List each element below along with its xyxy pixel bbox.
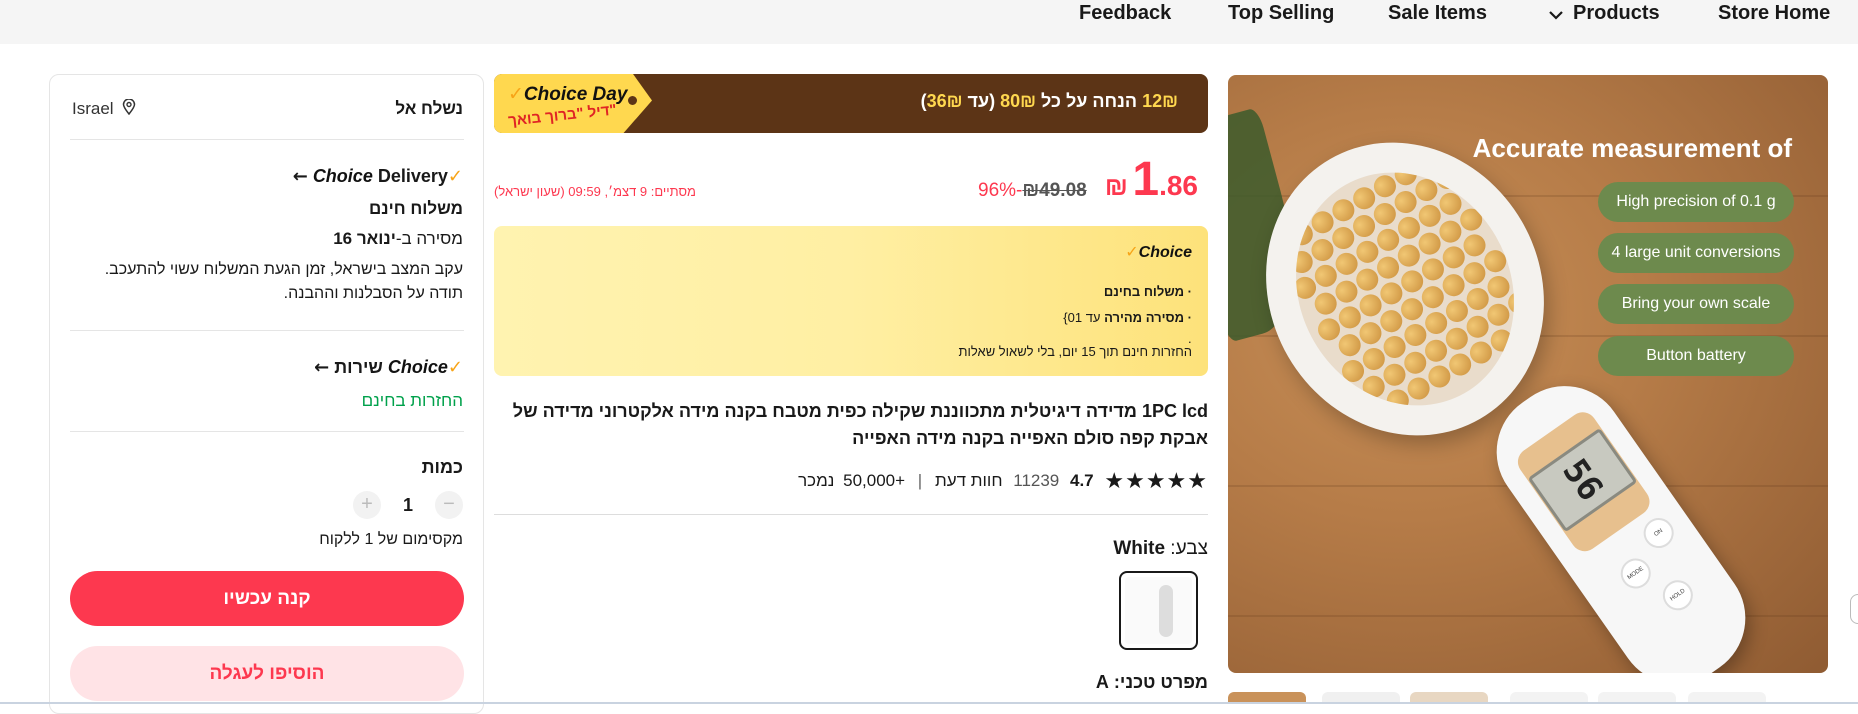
- nav-products[interactable]: Products: [1549, 0, 1660, 26]
- on-off-button-icon: ON: [1637, 512, 1680, 554]
- choice-logo: ✓Choice: [387, 357, 463, 377]
- benefit-free-returns: החזרות חינם תוך 15 יום, בלי לשאול שאלות: [958, 344, 1192, 359]
- side-feedback-tab[interactable]: [1850, 594, 1858, 624]
- location-pin-icon: [122, 98, 136, 120]
- checkmark-icon: ✓: [508, 84, 524, 105]
- feature-pill: Button battery: [1598, 336, 1794, 376]
- ship-to-label: נשלח אל: [395, 99, 463, 118]
- choice-benefits-box[interactable]: ✓Choice · משלוח בחינם · מסירה מהירה עד 0…: [494, 226, 1208, 376]
- nav-products-label: Products: [1573, 2, 1660, 24]
- buy-box: נשלח אל Israel ✓Choice Delivery ← משלוח …: [49, 74, 484, 714]
- sold-label: נמכר: [798, 471, 835, 490]
- feature-pill: 4 large unit conversions: [1598, 233, 1794, 273]
- nav-store-home[interactable]: Store Home: [1718, 0, 1830, 26]
- quantity-label: כמות: [421, 457, 463, 477]
- product-main-image[interactable]: 56 MODE ON HOLD Accurate measurement of …: [1228, 75, 1828, 673]
- choice-logo: ✓Choice: [1125, 244, 1192, 261]
- chevron-down-icon: [1549, 1, 1563, 27]
- reviews-count[interactable]: 11239: [1013, 471, 1059, 491]
- rating-row[interactable]: ★★★★★ 4.7 11239 חוות דעת | +50,000 נמכר: [798, 468, 1208, 493]
- quantity-value[interactable]: 1: [381, 495, 435, 516]
- lcd-reading: 56: [1527, 427, 1638, 533]
- quantity-stepper: + 1 −: [353, 491, 463, 519]
- sale-ends-text: מסתיים: 9 דצמ׳, 09:59 (שעון ישראל): [494, 184, 696, 199]
- scale-handle: 56 MODE ON HOLD: [1473, 362, 1769, 673]
- color-swatch-white[interactable]: [1119, 571, 1198, 650]
- promo-banner[interactable]: ✓Choice Day דיל "ברוך בואך" 12₪ הנחה על …: [494, 74, 1208, 133]
- checkmark-icon: ✓: [447, 357, 463, 377]
- feature-pill: High precision of 0.1 g: [1598, 182, 1794, 222]
- color-label: צבע: White: [1113, 538, 1208, 559]
- arrow-left-icon: ←: [314, 357, 330, 378]
- spec-label: מפרט טכני: A: [1095, 672, 1208, 692]
- reviews-label: חוות דעת: [934, 471, 1003, 490]
- delivery-notice-thanks: תודה על הסבלנות וההבנה.: [283, 285, 463, 302]
- nav-top-selling[interactable]: Top Selling: [1228, 0, 1334, 26]
- arrow-left-icon: ←: [292, 166, 308, 187]
- delivery-row[interactable]: ✓Choice Delivery ←: [293, 166, 463, 187]
- discount-badge: 96%-: [978, 180, 1023, 201]
- delivery-date: מסירה ב-ינואר 16: [333, 229, 463, 248]
- rating-score: 4.7: [1070, 471, 1094, 490]
- image-headline: Accurate measurement of: [1472, 133, 1792, 163]
- buy-now-button[interactable]: קנה עכשיו: [70, 571, 464, 626]
- original-price: 96%-₪49.08: [978, 180, 1087, 201]
- product-title: 1PC lcd מדידה דיגיטלית מתכווננת שקילה כפ…: [512, 401, 1208, 448]
- delivery-notice: עקב המצב בישראל, זמן הגעת המשלוח עשוי לה…: [104, 261, 463, 278]
- nav-sale-items[interactable]: Sale Items: [1388, 0, 1487, 26]
- free-shipping-text: משלוח חינם: [369, 199, 463, 218]
- current-price: ₪ 1.86: [1104, 153, 1198, 206]
- increase-quantity-button[interactable]: +: [353, 491, 381, 519]
- checkmark-icon: ✓: [447, 166, 463, 186]
- max-per-customer: מקסימום של 1 ללקוח: [319, 531, 463, 548]
- mode-button-icon: MODE: [1614, 552, 1657, 595]
- checkmark-icon: ✓: [1125, 244, 1139, 261]
- choice-day-badge: ✓Choice Day דיל "ברוך בואך": [494, 74, 652, 133]
- divider: [494, 514, 1208, 515]
- benefit-free-shipping: · משלוח בחינם: [1103, 284, 1192, 299]
- feature-pill: Bring your own scale: [1598, 284, 1794, 324]
- offer-text: 12₪ הנחה על כל 80₪ (עד 36₪): [920, 91, 1178, 111]
- free-returns-text: החזרות בחינם: [361, 391, 463, 410]
- star-rating-icon: ★★★★★: [1104, 468, 1208, 493]
- add-to-cart-button[interactable]: הוסיפו לעגלה: [70, 646, 464, 701]
- decrease-quantity-button[interactable]: −: [435, 491, 463, 519]
- benefit-fast-delivery: · מסירה מהירה עד 01}: [1063, 310, 1192, 325]
- nav-feedback[interactable]: Feedback: [1079, 0, 1171, 26]
- ship-to-country[interactable]: Israel: [72, 98, 136, 120]
- service-row[interactable]: ✓Choice שירות ←: [314, 357, 463, 378]
- hold-button-icon: HOLD: [1656, 574, 1699, 617]
- sold-count: +50,000: [843, 471, 906, 490]
- top-navigation: Feedback Top Selling Sale Items Products…: [0, 0, 1858, 44]
